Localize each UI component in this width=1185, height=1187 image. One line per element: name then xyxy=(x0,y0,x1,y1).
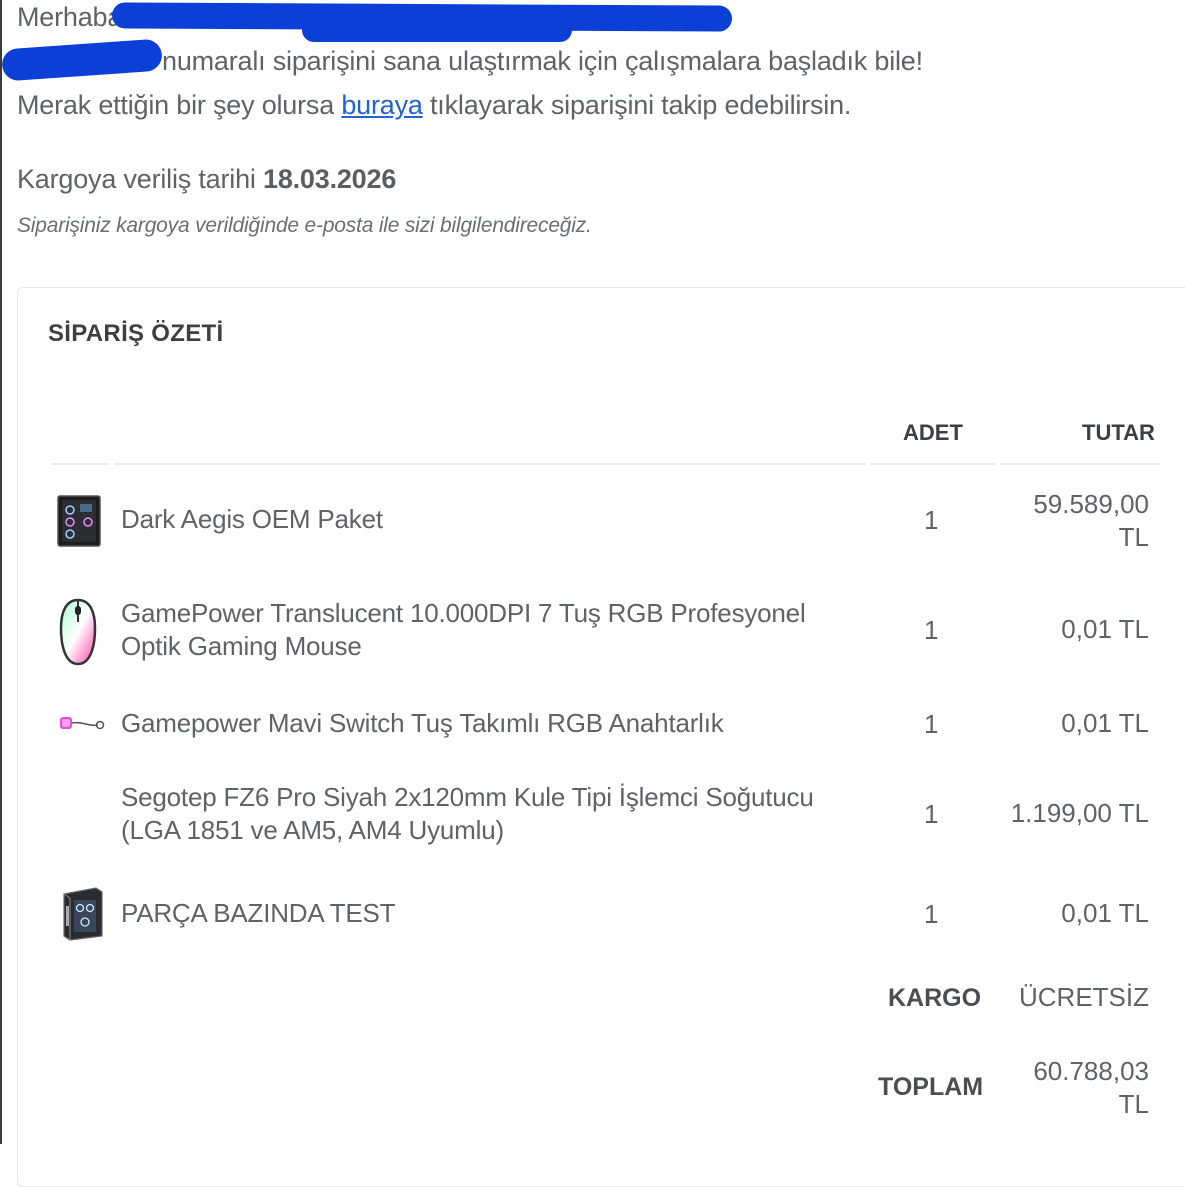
item-name-line: (LGA 1851 ve AM5, AM4 Uyumlu) xyxy=(121,815,504,845)
item-name: PARÇA BAZINDA TEST xyxy=(121,898,396,928)
item-name-line: Segotep FZ6 Pro Siyah 2x120mm Kule Tipi … xyxy=(121,782,814,812)
shipping-date-line: Kargoya veriliş tarihi 18.03.2026 xyxy=(17,164,396,195)
email-body: Merhaba numaralı siparişini sana ulaştır… xyxy=(0,0,1185,1187)
keychain-icon xyxy=(58,712,106,741)
item-name-line: Optik Gaming Mouse xyxy=(121,631,362,661)
pc-case-icon xyxy=(58,886,104,947)
mouse-icon xyxy=(58,596,98,673)
header-divider xyxy=(114,463,866,465)
item-name: Gamepower Mavi Switch Tuş Takımlı RGB An… xyxy=(121,708,724,738)
item-amount: 0,01 TL xyxy=(1061,614,1149,644)
item-amount: 0,01 TL xyxy=(1061,898,1149,928)
total-amount: 60.788,03 TL xyxy=(1033,1055,1149,1121)
order-summary-title: SİPARİŞ ÖZETİ xyxy=(48,320,224,347)
item-amount: 59.589,00 TL xyxy=(1033,488,1149,554)
total-label: TOPLAM xyxy=(878,1073,984,1101)
item-name: Segotep FZ6 Pro Siyah 2x120mm Kule Tipi … xyxy=(121,781,814,847)
item-qty: 1 xyxy=(924,709,939,739)
total-amount-value: 60.788,03 xyxy=(1033,1056,1149,1086)
pc-case-icon xyxy=(56,494,102,553)
shipping-cost-label: KARGO xyxy=(888,984,982,1012)
item-amount: 0,01 TL xyxy=(1061,708,1149,738)
item-qty: 1 xyxy=(924,505,939,535)
order-started-text: numaralı siparişini sana ulaştırmak için… xyxy=(162,46,923,76)
redaction-mark xyxy=(302,18,572,42)
header-divider xyxy=(1000,463,1160,465)
shipping-date: 18.03.2026 xyxy=(263,164,397,194)
item-amount-value: 59.589,00 xyxy=(1033,489,1149,519)
tracking-link[interactable]: buraya xyxy=(341,90,423,120)
item-qty: 1 xyxy=(924,799,939,829)
header-divider xyxy=(871,463,995,465)
column-header-amount: TUTAR xyxy=(1082,420,1155,445)
total-amount-currency: TL xyxy=(1118,1089,1149,1119)
tracking-line: Merak ettiğin bir şey olursa buraya tıkl… xyxy=(17,90,851,121)
column-header-qty: ADET xyxy=(903,420,963,445)
item-amount: 1.199,00 TL xyxy=(1010,798,1149,828)
greeting-line: Merhaba xyxy=(17,2,122,33)
item-qty: 1 xyxy=(924,899,939,929)
item-name-line: GamePower Translucent 10.000DPI 7 Tuş RG… xyxy=(121,598,806,628)
greeting-text: Merhaba xyxy=(17,2,123,32)
item-name: Dark Aegis OEM Paket xyxy=(121,504,383,534)
header-divider xyxy=(52,463,109,465)
shipping-cost-value: ÜCRETSİZ xyxy=(1019,982,1149,1012)
tracking-text-before: Merak ettiğin bir şey olursa xyxy=(17,90,342,120)
item-name: GamePower Translucent 10.000DPI 7 Tuş RG… xyxy=(121,597,806,663)
tracking-text-after: tıklayarak siparişini takip edebilirsin. xyxy=(422,90,852,120)
shipping-date-label: Kargoya veriliş tarihi xyxy=(17,164,263,194)
shipping-note: Siparişiniz kargoya verildiğinde e-posta… xyxy=(17,214,592,237)
item-qty: 1 xyxy=(924,615,939,645)
item-amount-currency: TL xyxy=(1118,522,1149,552)
